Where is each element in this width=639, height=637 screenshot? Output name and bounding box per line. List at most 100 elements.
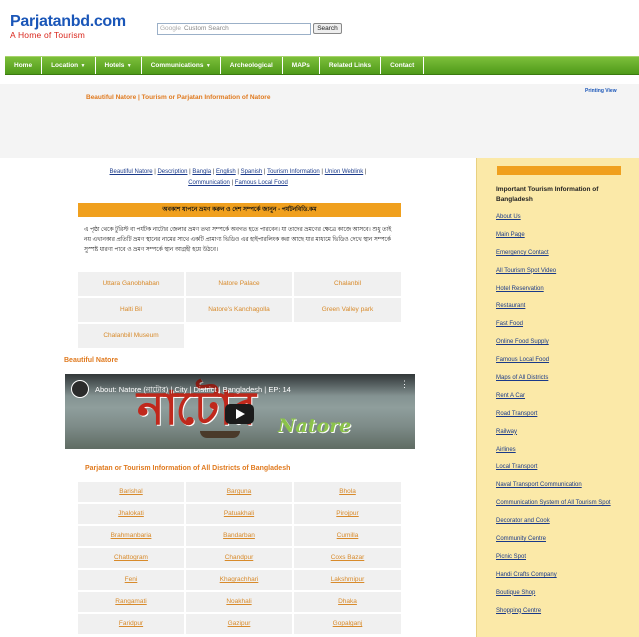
section-label: Beautiful Natore <box>64 357 119 364</box>
main-nav: Home Location ▼ Hotels ▼ Communications ▼ Ar… <box>5 56 639 75</box>
sidebar-link[interactable]: Shopping Centre <box>496 607 636 625</box>
sidebar-link[interactable]: Rent A Car <box>496 392 636 410</box>
sidebar-header-bar <box>497 166 621 175</box>
sidebar-link[interactable]: Picnic Spot <box>496 553 636 571</box>
sidebar-link[interactable]: Decorator and Cook <box>496 517 636 535</box>
nav-item-label: Home <box>14 62 33 69</box>
district-link[interactable]: Gopalganj <box>293 613 402 635</box>
video-title[interactable]: About: Natore (নাটোর) | City | District … <box>95 385 291 397</box>
sidebar-link[interactable]: Emergency Contact <box>496 249 636 267</box>
site-logo[interactable]: Parjatanbd.com A Home of Tourism <box>10 13 126 40</box>
page-link[interactable]: Communication <box>188 180 230 186</box>
sidebar-link[interactable]: Main Page <box>496 231 636 249</box>
district-link[interactable]: Cumilla <box>293 525 402 547</box>
page-link[interactable]: Bangla <box>192 169 211 175</box>
district-link[interactable]: Dhaka <box>293 591 402 613</box>
printing-view-link[interactable]: Printing View <box>585 88 617 94</box>
district-link[interactable]: Coxs Bazar <box>293 547 402 569</box>
channel-avatar[interactable] <box>71 380 89 398</box>
nav-item-label: Contact <box>390 62 415 69</box>
spot-link[interactable]: Halti Bil <box>77 297 185 323</box>
district-link[interactable]: Khagrachhari <box>185 569 293 591</box>
sidebar-link[interactable]: Railway <box>496 428 636 446</box>
more-options-icon[interactable]: ⋮ <box>400 380 409 389</box>
page-link[interactable]: Description <box>157 169 187 175</box>
page-links: Beautiful Natore | Description | Bangla … <box>88 167 388 189</box>
district-link[interactable]: Barishal <box>77 481 185 503</box>
spot-link[interactable]: Natore's Kanchagolla <box>185 297 293 323</box>
sidebar-link[interactable]: Airlines <box>496 446 636 464</box>
district-link[interactable]: Rangamati <box>77 591 185 613</box>
video-player[interactable]: নাটোর Natore About: Natore (নাটোর) | Cit… <box>65 374 415 449</box>
page-link[interactable]: English <box>216 169 236 175</box>
sidebar-link[interactable]: Maps of All Districts <box>496 374 636 392</box>
sidebar-title: Important Tourism Information of Banglad… <box>496 186 599 203</box>
page-heading: Beautiful Natore | Tourism or Parjatan I… <box>86 94 271 101</box>
nav-item-label: MAPs <box>291 62 310 69</box>
sidebar-link[interactable]: Naval Transport Communication <box>496 481 636 499</box>
district-link[interactable]: Barguna <box>185 481 293 503</box>
sidebar-link[interactable]: Handi Crafts Company <box>496 571 636 589</box>
sidebar-link[interactable]: Communication System of All Tourism Spot <box>496 499 636 517</box>
nav-item-communications[interactable]: Communications ▼ <box>142 57 221 74</box>
nav-item-label: Archeological <box>229 62 273 69</box>
nav-item-maps[interactable]: MAPs <box>283 57 320 74</box>
nav-item-label: Hotels <box>104 62 125 69</box>
page-link[interactable]: Famous Local Food <box>235 180 288 186</box>
chevron-down-icon: ▼ <box>79 63 86 69</box>
nav-item-archeological[interactable]: Archeological <box>221 57 283 74</box>
nav-item-label: Location <box>51 62 79 69</box>
district-link[interactable]: Jhalokati <box>77 503 185 525</box>
sidebar-link[interactable]: Community Centre <box>496 535 636 553</box>
nav-item-label: Related Links <box>328 62 372 69</box>
district-link[interactable]: Pirojpur <box>293 503 402 525</box>
district-link[interactable]: Patuakhali <box>185 503 293 525</box>
spot-link[interactable]: Natore Palace <box>185 271 293 297</box>
sidebar-link[interactable]: Boutique Shop <box>496 589 636 607</box>
sidebar-link[interactable]: Local Transport <box>496 463 636 481</box>
search-input[interactable]: Google Custom Search <box>157 23 311 35</box>
sidebar-link[interactable]: Famous Local Food <box>496 356 636 374</box>
page-link[interactable]: Beautiful Natore <box>110 169 153 175</box>
district-link[interactable]: Bandarban <box>185 525 293 547</box>
logo-title[interactable]: Parjatanbd.com <box>10 13 126 31</box>
district-link[interactable]: Gazipur <box>185 613 293 635</box>
nav-item-contact[interactable]: Contact <box>381 57 425 74</box>
district-link[interactable]: Noakhali <box>185 591 293 613</box>
nav-item-location[interactable]: Location ▼ <box>42 57 96 74</box>
sidebar-link[interactable]: About Us <box>496 213 636 231</box>
chevron-down-icon: ▼ <box>204 63 211 69</box>
page-link[interactable]: Spanish <box>241 169 263 175</box>
page-link[interactable]: Union Weblink <box>325 169 364 175</box>
district-grid: Barishal Barguna Bhola Jhalokati Patuakhali P… <box>77 481 402 635</box>
bangla-title-bar: অবকাশ যাপনে ভ্রমণ করুন ও দেশ সম্পর্কে জা… <box>78 203 401 217</box>
district-link[interactable]: Feni <box>77 569 185 591</box>
sidebar-link[interactable]: Restaurant <box>496 302 636 320</box>
sidebar-link[interactable]: All Tourism Spot Video <box>496 267 636 285</box>
district-link[interactable]: Brahmanbaria <box>77 525 185 547</box>
nav-item-hotels[interactable]: Hotels ▼ <box>96 57 142 74</box>
boat-graphic <box>200 431 240 438</box>
spot-link[interactable]: Uttara Ganobhaban <box>77 271 185 297</box>
spot-link[interactable]: Chalanbil <box>293 271 402 297</box>
spot-link[interactable]: Chalanbill Museum <box>77 323 185 349</box>
district-link[interactable]: Chattogram <box>77 547 185 569</box>
spot-empty-cell <box>293 323 402 349</box>
nav-item-home[interactable]: Home <box>5 57 43 74</box>
sidebar-link[interactable]: Hotel Reservation <box>496 285 636 303</box>
district-link[interactable]: Lakshmipur <box>293 569 402 591</box>
district-link[interactable]: Faridpur <box>77 613 185 635</box>
district-link[interactable]: Bhola <box>293 481 402 503</box>
spot-link[interactable]: Green Valley park <box>293 297 402 323</box>
sidebar-link[interactable]: Online Food Supply <box>496 338 636 356</box>
sidebar-link[interactable]: Road Transport <box>496 410 636 428</box>
nav-item-related-links[interactable]: Related Links <box>320 57 382 74</box>
districts-label: Parjatan or Tourism Information of All D… <box>85 465 291 472</box>
play-button-icon[interactable] <box>225 404 254 424</box>
district-link[interactable]: Chandpur <box>185 547 293 569</box>
sidebar-link[interactable]: Fast Food <box>496 320 636 338</box>
page-link[interactable]: Tourism Information <box>267 169 320 175</box>
search-button[interactable]: Search <box>313 23 342 34</box>
intro-paragraph: এ পৃষ্ঠা থেকে টুরিস্ট বা পর্যটক নাটোর জে… <box>84 227 392 253</box>
spot-empty-cell <box>185 323 293 349</box>
